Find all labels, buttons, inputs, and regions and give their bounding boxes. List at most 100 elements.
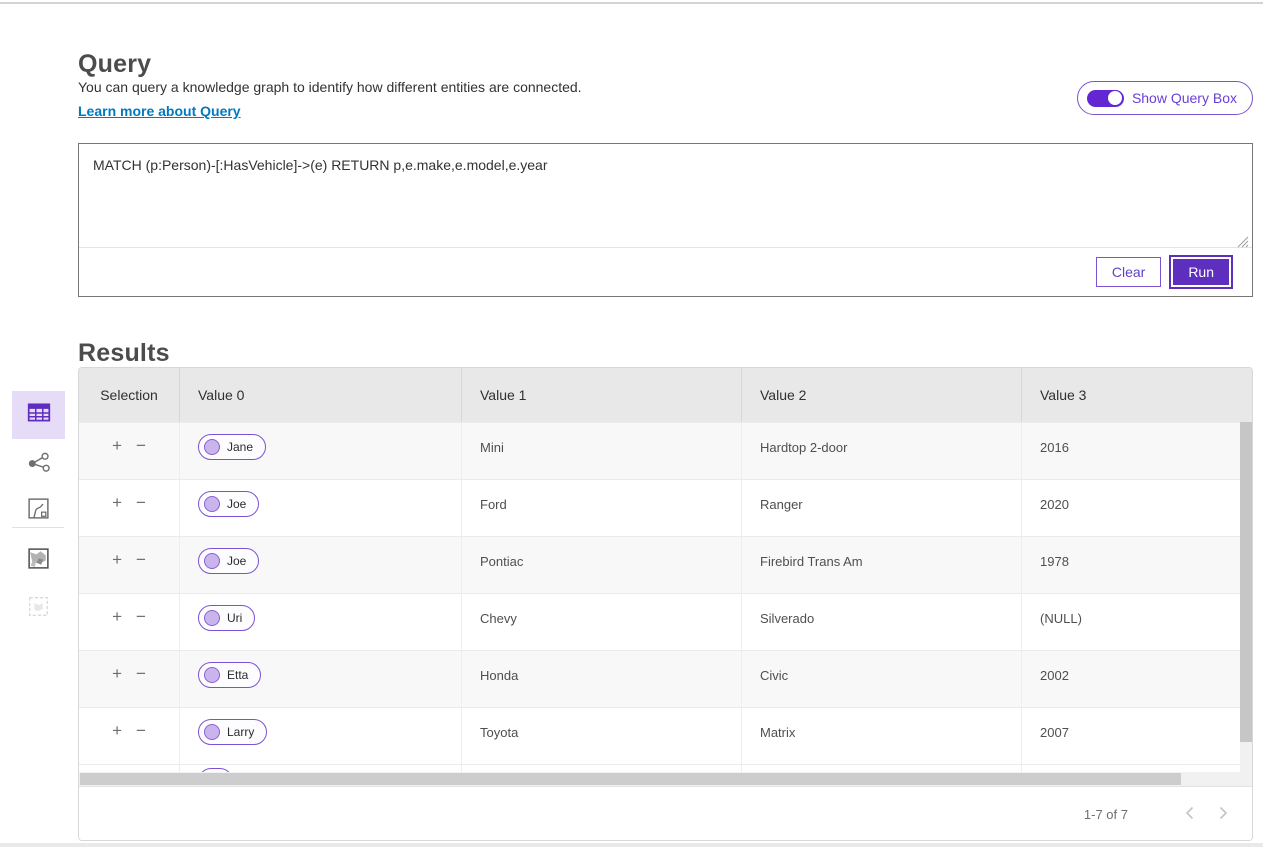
table-icon [26, 400, 52, 431]
sidebar-item-map-view[interactable] [12, 537, 65, 585]
selection-cell: + − [79, 594, 179, 650]
column-header-selection: Selection [79, 368, 179, 422]
show-query-box-toggle[interactable]: Show Query Box [1077, 81, 1253, 115]
entity-label: Joe [227, 497, 246, 511]
add-to-selection-button[interactable]: + [112, 494, 122, 511]
chevron-right-icon [1219, 806, 1228, 823]
query-toolbar: Clear Run [79, 248, 1252, 296]
entity-cell: Uri [179, 594, 461, 650]
pagination-bar: 1-7 of 7 [79, 786, 1252, 841]
selection-cell: + − [79, 651, 179, 707]
toggle-switch-icon[interactable] [1087, 90, 1124, 107]
column-header-value0: Value 0 [179, 368, 461, 422]
chevron-left-icon [1185, 806, 1194, 823]
add-to-selection-button[interactable]: + [112, 665, 122, 682]
person-entity-chip[interactable]: Larry [198, 719, 267, 745]
add-to-selection-button[interactable]: + [112, 722, 122, 739]
page-description: You can query a knowledge graph to ident… [78, 79, 582, 95]
link-chart-icon [26, 450, 52, 481]
make-cell: Toyota [461, 708, 741, 764]
entity-cell: Larry [179, 708, 461, 764]
person-entity-chip[interactable]: Uri [198, 605, 255, 631]
model-cell [741, 765, 1021, 772]
remove-from-selection-button[interactable]: − [136, 551, 146, 568]
entity-dot-icon [204, 553, 220, 569]
entity-cell: Joe [179, 537, 461, 593]
previous-page-button[interactable] [1176, 802, 1202, 828]
horizontal-scrollbar-thumb[interactable] [80, 773, 1181, 785]
toggle-knob [1108, 91, 1122, 105]
person-entity-chip[interactable]: Etta [198, 662, 261, 688]
vertical-scrollbar-thumb[interactable] [1240, 422, 1252, 742]
map-icon [26, 546, 51, 576]
person-entity-chip[interactable]: Joe [198, 548, 259, 574]
remove-from-selection-button[interactable]: − [136, 722, 146, 739]
vertical-scrollbar[interactable] [1240, 422, 1252, 772]
page-title: Query [78, 50, 151, 79]
person-entity-chip[interactable]: Joe [198, 491, 259, 517]
query-input[interactable]: MATCH (p:Person)-[:HasVehicle]->(e) RETU… [79, 144, 1252, 248]
entity-label: Joe [227, 554, 246, 568]
run-button[interactable]: Run [1171, 257, 1231, 287]
results-title: Results [78, 339, 170, 368]
year-cell: 1978 [1021, 537, 1252, 593]
horizontal-scrollbar[interactable] [79, 772, 1252, 786]
year-cell: 2007 [1021, 708, 1252, 764]
person-entity-chip[interactable]: Jane [198, 434, 266, 460]
toggle-label: Show Query Box [1132, 90, 1237, 106]
resize-handle-icon[interactable] [1236, 235, 1249, 248]
year-cell [1021, 765, 1252, 772]
model-cell: Silverado [741, 594, 1021, 650]
model-cell: Hardtop 2-door [741, 423, 1021, 479]
table-row: + − Joe Ford Ranger 2020 [79, 479, 1252, 536]
remove-from-selection-button[interactable]: − [136, 608, 146, 625]
selection-cell: + − [79, 480, 179, 536]
add-to-selection-button[interactable]: + [112, 608, 122, 625]
entity-label: Etta [227, 668, 248, 682]
learn-more-link[interactable]: Learn more about Query [78, 103, 241, 119]
sidebar-item-new-map-view [12, 585, 65, 633]
page-range-label: 1-7 of 7 [1084, 807, 1128, 822]
entity-cell [179, 765, 461, 772]
entity-dot-icon [204, 496, 220, 512]
chart-icon [26, 496, 51, 526]
table-row: + − Joe Pontiac Firebird Trans Am 1978 [79, 536, 1252, 593]
remove-from-selection-button[interactable]: − [136, 437, 146, 454]
next-page-button[interactable] [1210, 802, 1236, 828]
make-cell: Mini [461, 423, 741, 479]
model-cell: Civic [741, 651, 1021, 707]
add-to-selection-button[interactable]: + [112, 551, 122, 568]
selection-cell: + − [79, 708, 179, 764]
remove-from-selection-button[interactable]: − [136, 665, 146, 682]
make-cell: Honda [461, 651, 741, 707]
table-row: + − Larry Toyota Matrix 2007 [79, 707, 1252, 764]
make-cell: Pontiac [461, 537, 741, 593]
entity-label: Larry [227, 725, 254, 739]
table-row: + − Jane Mini Hardtop 2-door 2016 [79, 422, 1252, 479]
make-cell [461, 765, 741, 772]
sidebar-item-link-chart-view[interactable] [12, 441, 65, 489]
make-cell: Ford [461, 480, 741, 536]
entity-dot-icon [204, 724, 220, 740]
window-top-border [0, 2, 1263, 4]
column-header-value2: Value 2 [741, 368, 1021, 422]
year-cell: 2020 [1021, 480, 1252, 536]
selection-cell [79, 765, 179, 772]
selection-cell: + − [79, 537, 179, 593]
table-row: + − Uri Chevy Silverado (NULL) [79, 593, 1252, 650]
selection-cell: + − [79, 423, 179, 479]
clear-button[interactable]: Clear [1096, 257, 1161, 287]
model-cell: Matrix [741, 708, 1021, 764]
column-header-value3: Value 3 [1021, 368, 1252, 422]
year-cell: (NULL) [1021, 594, 1252, 650]
entity-dot-icon [204, 439, 220, 455]
sidebar-divider [12, 527, 64, 528]
remove-from-selection-button[interactable]: − [136, 494, 146, 511]
entity-label: Uri [227, 611, 242, 625]
entity-cell: Jane [179, 423, 461, 479]
map-frame-icon [26, 594, 51, 624]
model-cell: Firebird Trans Am [741, 537, 1021, 593]
sidebar-item-table-view[interactable] [12, 391, 65, 439]
model-cell: Ranger [741, 480, 1021, 536]
add-to-selection-button[interactable]: + [112, 437, 122, 454]
